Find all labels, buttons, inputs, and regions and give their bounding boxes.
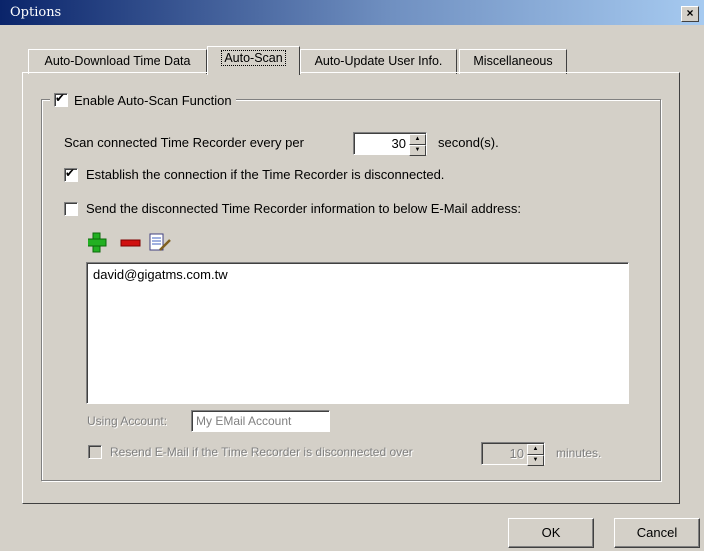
scan-interval-spinner[interactable]: 30 ▲ ▼ bbox=[353, 132, 427, 156]
resend-minutes-spinner[interactable]: 10 ▲ ▼ bbox=[481, 442, 545, 466]
tab-miscellaneous[interactable]: Miscellaneous bbox=[459, 49, 567, 74]
spin-down-icon[interactable]: ▼ bbox=[527, 455, 544, 466]
tab-label: Auto-Scan bbox=[221, 50, 286, 66]
establish-connection-label: Establish the connection if the Time Rec… bbox=[86, 167, 445, 182]
email-list-item[interactable]: david@gigatms.com.tw bbox=[93, 267, 228, 282]
tab-auto-scan[interactable]: Auto-Scan bbox=[207, 46, 300, 75]
email-list[interactable]: david@gigatms.com.tw bbox=[86, 262, 629, 404]
cancel-button[interactable]: Cancel bbox=[614, 518, 700, 548]
checkbox-box[interactable] bbox=[88, 445, 102, 459]
tab-label: Auto-Update User Info. bbox=[314, 54, 443, 68]
establish-connection-checkbox[interactable]: Establish the connection if the Time Rec… bbox=[64, 166, 445, 182]
checkbox-box[interactable] bbox=[64, 201, 78, 216]
scan-interval-label: Scan connected Time Recorder every per bbox=[64, 135, 304, 150]
edit-icon[interactable] bbox=[149, 233, 171, 251]
using-account-value: My EMail Account bbox=[196, 414, 292, 428]
add-icon[interactable] bbox=[86, 232, 107, 253]
tab-auto-update-user-info[interactable]: Auto-Update User Info. bbox=[300, 49, 457, 74]
spinner-arrows[interactable]: ▲ ▼ bbox=[527, 444, 544, 466]
spin-down-icon[interactable]: ▼ bbox=[409, 145, 426, 156]
spinner-arrows[interactable]: ▲ ▼ bbox=[409, 134, 426, 156]
tab-label: Auto-Download Time Data bbox=[44, 54, 191, 68]
resend-email-checkbox[interactable]: Resend E-Mail if the Time Recorder is di… bbox=[88, 445, 413, 459]
checkbox-box[interactable] bbox=[64, 166, 78, 182]
resend-email-label: Resend E-Mail if the Time Recorder is di… bbox=[110, 445, 413, 459]
tab-auto-download[interactable]: Auto-Download Time Data bbox=[28, 49, 207, 74]
spin-up-icon[interactable]: ▲ bbox=[409, 134, 426, 145]
checkbox-box[interactable] bbox=[54, 91, 68, 107]
spin-up-icon[interactable]: ▲ bbox=[527, 444, 544, 455]
scan-unit-label: second(s). bbox=[438, 135, 499, 150]
enable-auto-scan-label: Enable Auto-Scan Function bbox=[74, 92, 232, 108]
using-account-input[interactable]: My EMail Account bbox=[191, 410, 330, 432]
remove-icon[interactable] bbox=[120, 239, 141, 247]
title-bar[interactable]: Options × bbox=[0, 0, 704, 25]
send-email-label: Send the disconnected Time Recorder info… bbox=[86, 201, 521, 216]
enable-auto-scan-checkbox[interactable]: Enable Auto-Scan Function bbox=[50, 91, 236, 109]
send-email-checkbox[interactable]: Send the disconnected Time Recorder info… bbox=[64, 201, 521, 216]
close-button[interactable]: × bbox=[681, 6, 699, 22]
tab-label: Miscellaneous bbox=[473, 54, 553, 68]
resend-unit-label: minutes. bbox=[556, 446, 602, 460]
ok-button[interactable]: OK bbox=[508, 518, 594, 548]
window-title: Options bbox=[10, 5, 62, 20]
using-account-label: Using Account: bbox=[87, 414, 168, 428]
scan-interval-value[interactable]: 30 bbox=[392, 136, 406, 151]
email-toolbar bbox=[86, 232, 178, 254]
resend-minutes-value[interactable]: 10 bbox=[510, 446, 524, 461]
